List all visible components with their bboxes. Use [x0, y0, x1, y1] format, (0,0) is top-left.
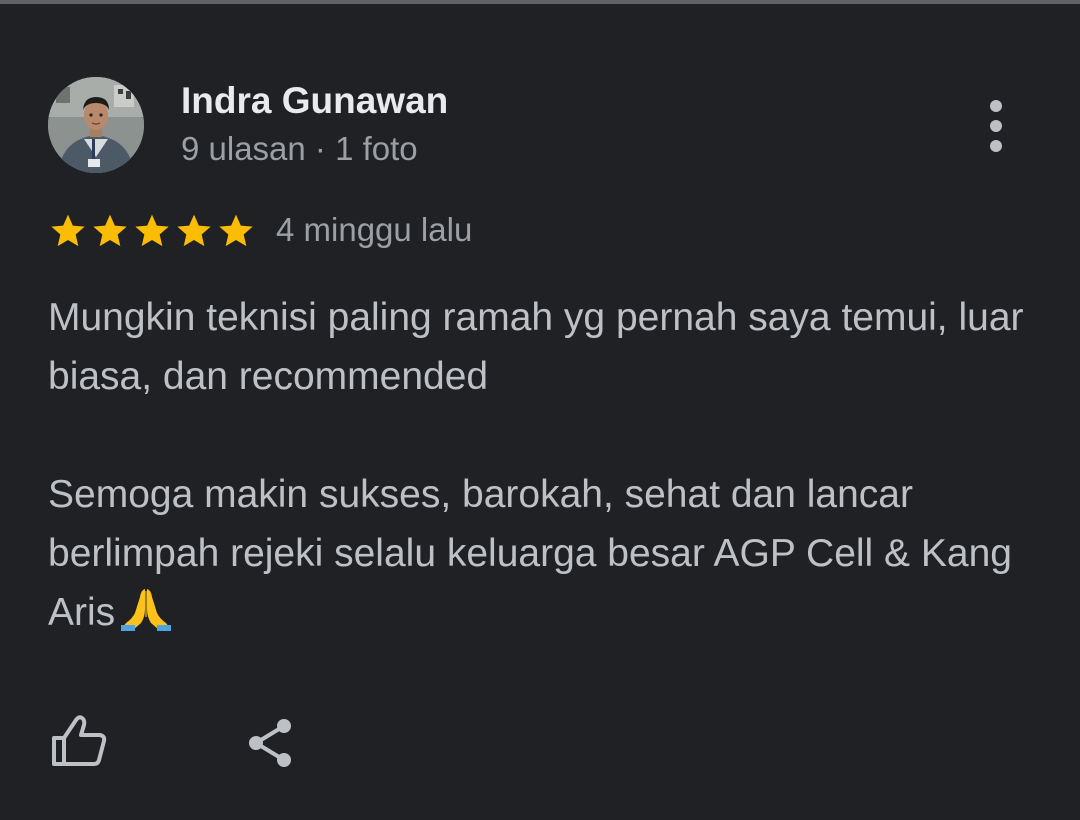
folded-hands-emoji [121, 589, 172, 631]
more-options-button[interactable] [972, 96, 1020, 156]
star-icon [135, 214, 169, 247]
share-button[interactable] [244, 716, 296, 770]
avatar-photo [48, 77, 144, 173]
star-rating [48, 211, 256, 251]
share-icon [249, 719, 291, 767]
star-icon [177, 214, 211, 247]
reviewer-name[interactable]: Indra Gunawan [181, 80, 448, 122]
review-paragraph-with-emoji: Semoga makin sukses, barokah, sehat dan … [48, 465, 1048, 642]
more-vert-icon-dot [990, 140, 1002, 152]
review-paragraph: Mungkin teknisi paling ramah yg pernah s… [48, 296, 1024, 398]
review-time: 4 minggu lalu [276, 211, 473, 248]
star-icon [219, 214, 253, 247]
star-icon [93, 214, 127, 247]
like-button[interactable] [48, 712, 110, 770]
avatar[interactable] [48, 77, 144, 173]
review-paragraph-text: Semoga makin sukses, barokah, sehat dan … [48, 473, 1012, 634]
review-card: Indra Gunawan 9 ulasan · 1 foto 4 minggu… [0, 0, 1080, 820]
more-vert-icon-dot [990, 120, 1002, 132]
review-text: Mungkin teknisi paling ramah yg pernah s… [48, 288, 1048, 642]
star-icon [51, 214, 85, 247]
thumbs-up-icon [52, 715, 107, 766]
more-vert-icon [990, 100, 1002, 112]
top-divider [0, 0, 1080, 4]
reviewer-meta: 9 ulasan · 1 foto [181, 130, 418, 167]
